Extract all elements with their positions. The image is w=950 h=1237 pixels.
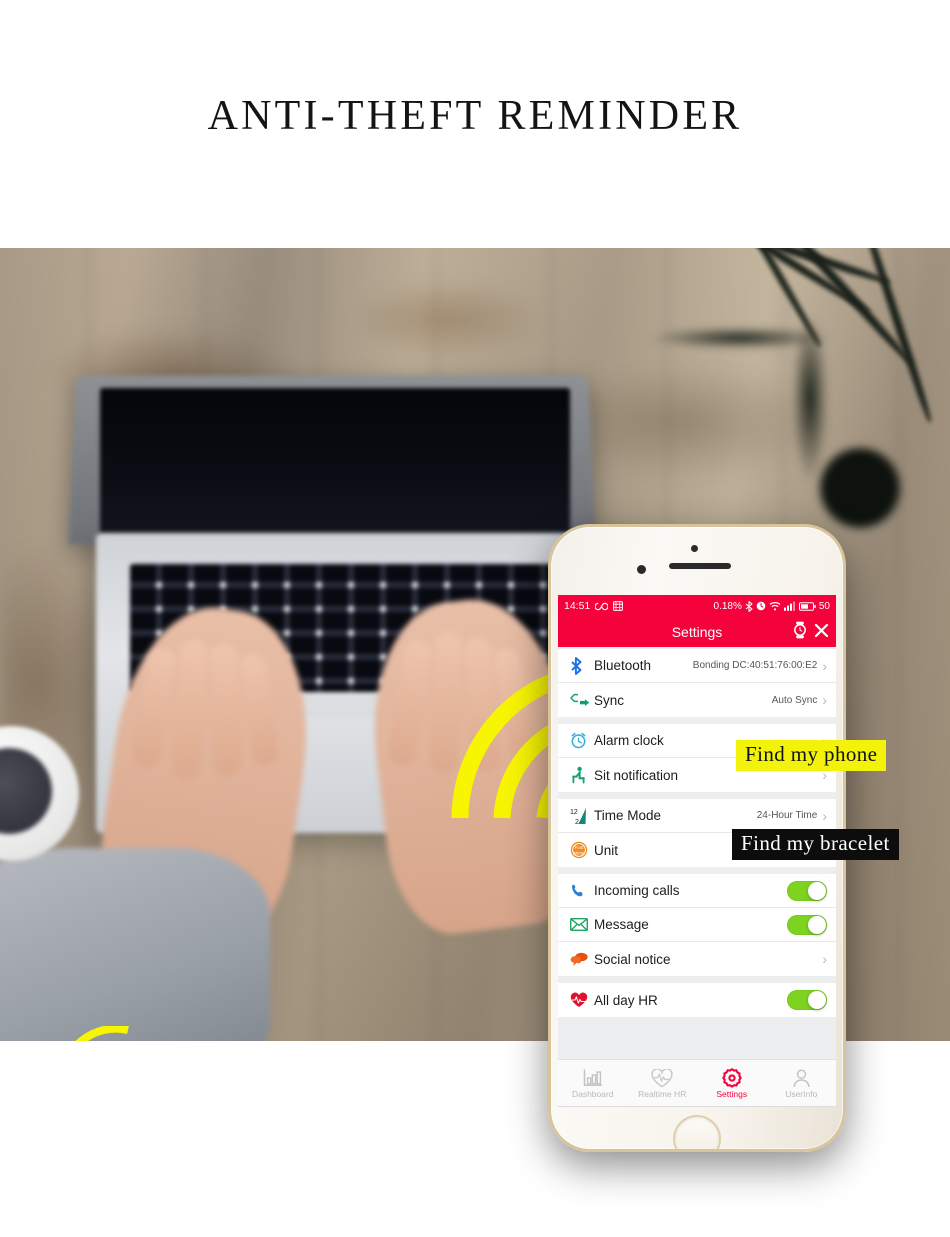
message-icon	[570, 918, 594, 931]
row-time-mode[interactable]: 12 24 Time Mode 24-Hour Time ›	[558, 799, 836, 833]
status-time: 14:51	[564, 600, 591, 612]
row-incoming-calls[interactable]: Incoming calls	[558, 874, 836, 908]
phone-top-bezel	[551, 527, 843, 595]
nav-title: Settings	[671, 624, 723, 640]
sim-icon	[613, 601, 624, 611]
signal-icon	[783, 601, 796, 611]
home-button[interactable]	[673, 1115, 721, 1149]
unit-icon: Foot Metre	[570, 841, 594, 859]
status-bar: 14:51 0.18% 50	[558, 595, 836, 617]
earpiece-speaker-icon	[669, 563, 731, 569]
tab-label: Settings	[716, 1089, 748, 1099]
page-title: ANTI-THEFT REMINDER	[207, 93, 743, 139]
row-value: Auto Sync	[771, 694, 818, 706]
row-social-notice[interactable]: Social notice ›	[558, 942, 836, 976]
promo-page: ANTI-THEFT REMINDER 14:51 0.18% 50 Setti…	[0, 0, 950, 1237]
tab-label: Dashboard	[571, 1089, 614, 1099]
sweater-sleeve	[0, 848, 270, 1041]
heart-pulse-icon	[628, 1067, 698, 1089]
title-band: ANTI-THEFT REMINDER	[0, 0, 950, 248]
row-message[interactable]: Message	[558, 908, 836, 942]
finger	[209, 643, 243, 777]
connection-group: Bluetooth Bonding DC:40:51:76:00:E2 › Sy…	[558, 649, 836, 717]
time-mode-icon: 12 24	[570, 807, 594, 825]
chevron-right-icon: ›	[822, 692, 827, 708]
battery-percent-label: 50	[818, 600, 830, 612]
row-label: Bluetooth	[594, 658, 652, 673]
user-icon	[767, 1067, 837, 1089]
incoming-calls-toggle[interactable]	[787, 880, 827, 901]
row-label: Unit	[594, 842, 619, 858]
sync-icon	[570, 693, 594, 707]
callout-find-my-bracelet: Find my bracelet	[732, 829, 899, 860]
alarm-clock-icon	[570, 732, 594, 749]
callout-find-my-phone: Find my phone	[736, 740, 887, 771]
front-camera-icon	[637, 565, 646, 574]
phone-bottom-bezel	[551, 1107, 843, 1149]
heart-rate-icon	[570, 992, 594, 1008]
row-sync[interactable]: Sync Auto Sync ›	[558, 683, 836, 717]
proximity-sensor-icon	[691, 545, 698, 552]
close-icon[interactable]	[814, 623, 829, 641]
tab-settings[interactable]: Settings	[697, 1067, 767, 1099]
tab-bar: Dashboard Realtime HR Settings UserInfo	[558, 1059, 836, 1107]
alarm-icon	[756, 601, 766, 611]
laptop-screen	[100, 388, 570, 536]
social-notice-icon	[570, 952, 594, 966]
tab-realtime-hr[interactable]: Realtime HR	[628, 1067, 698, 1099]
watch-icon[interactable]	[793, 621, 807, 642]
wifi-icon	[769, 601, 781, 611]
row-label: Message	[594, 917, 649, 932]
row-label: Sit notification	[594, 767, 679, 783]
bluetooth-icon	[745, 600, 753, 612]
chevron-right-icon: ›	[822, 807, 827, 824]
row-label: Alarm clock	[594, 733, 664, 748]
data-usage-label: 0.18%	[713, 600, 742, 612]
all-day-hr-toggle[interactable]	[787, 990, 827, 1010]
chevron-right-icon: ›	[822, 657, 827, 674]
tab-label: Realtime HR	[638, 1089, 687, 1099]
toggle-knob	[808, 915, 826, 934]
toggle-knob	[808, 991, 826, 1009]
phone-screen: 14:51 0.18% 50 Settings Bluetooth Bondin…	[558, 595, 836, 1059]
infinity-icon	[595, 602, 609, 611]
gear-icon	[697, 1067, 767, 1089]
chevron-right-icon: ›	[822, 951, 827, 967]
message-toggle[interactable]	[787, 914, 827, 935]
row-label: Incoming calls	[594, 883, 680, 898]
row-value: 24-Hour Time	[756, 810, 818, 821]
signal-waves-small-icon	[75, 1026, 129, 1041]
tab-dashboard[interactable]: Dashboard	[558, 1067, 628, 1099]
row-label: All day HR	[594, 992, 658, 1008]
bluetooth-icon	[570, 656, 594, 675]
phone-call-icon	[570, 883, 594, 899]
row-label: Time Mode	[594, 808, 662, 823]
row-value: Bonding DC:40:51:76:00:E2	[692, 660, 818, 671]
nav-bar: Settings	[558, 617, 836, 647]
row-label: Social notice	[594, 951, 671, 967]
row-bluetooth[interactable]: Bluetooth Bonding DC:40:51:76:00:E2 ›	[558, 649, 836, 683]
tab-label: UserInfo	[785, 1089, 818, 1099]
row-label: Sync	[594, 692, 625, 708]
bar-chart-icon	[558, 1067, 628, 1089]
health-group: All day HR	[558, 983, 836, 1017]
notifications-group: Incoming calls Message Social notice ›	[558, 874, 836, 976]
svg-text:Metre: Metre	[573, 850, 585, 855]
svg-text:12: 12	[570, 809, 578, 816]
battery-icon	[798, 601, 816, 611]
toggle-knob	[808, 881, 826, 900]
sit-notification-icon	[570, 766, 594, 784]
row-all-day-hr[interactable]: All day HR	[558, 983, 836, 1017]
tab-userinfo[interactable]: UserInfo	[767, 1067, 837, 1099]
